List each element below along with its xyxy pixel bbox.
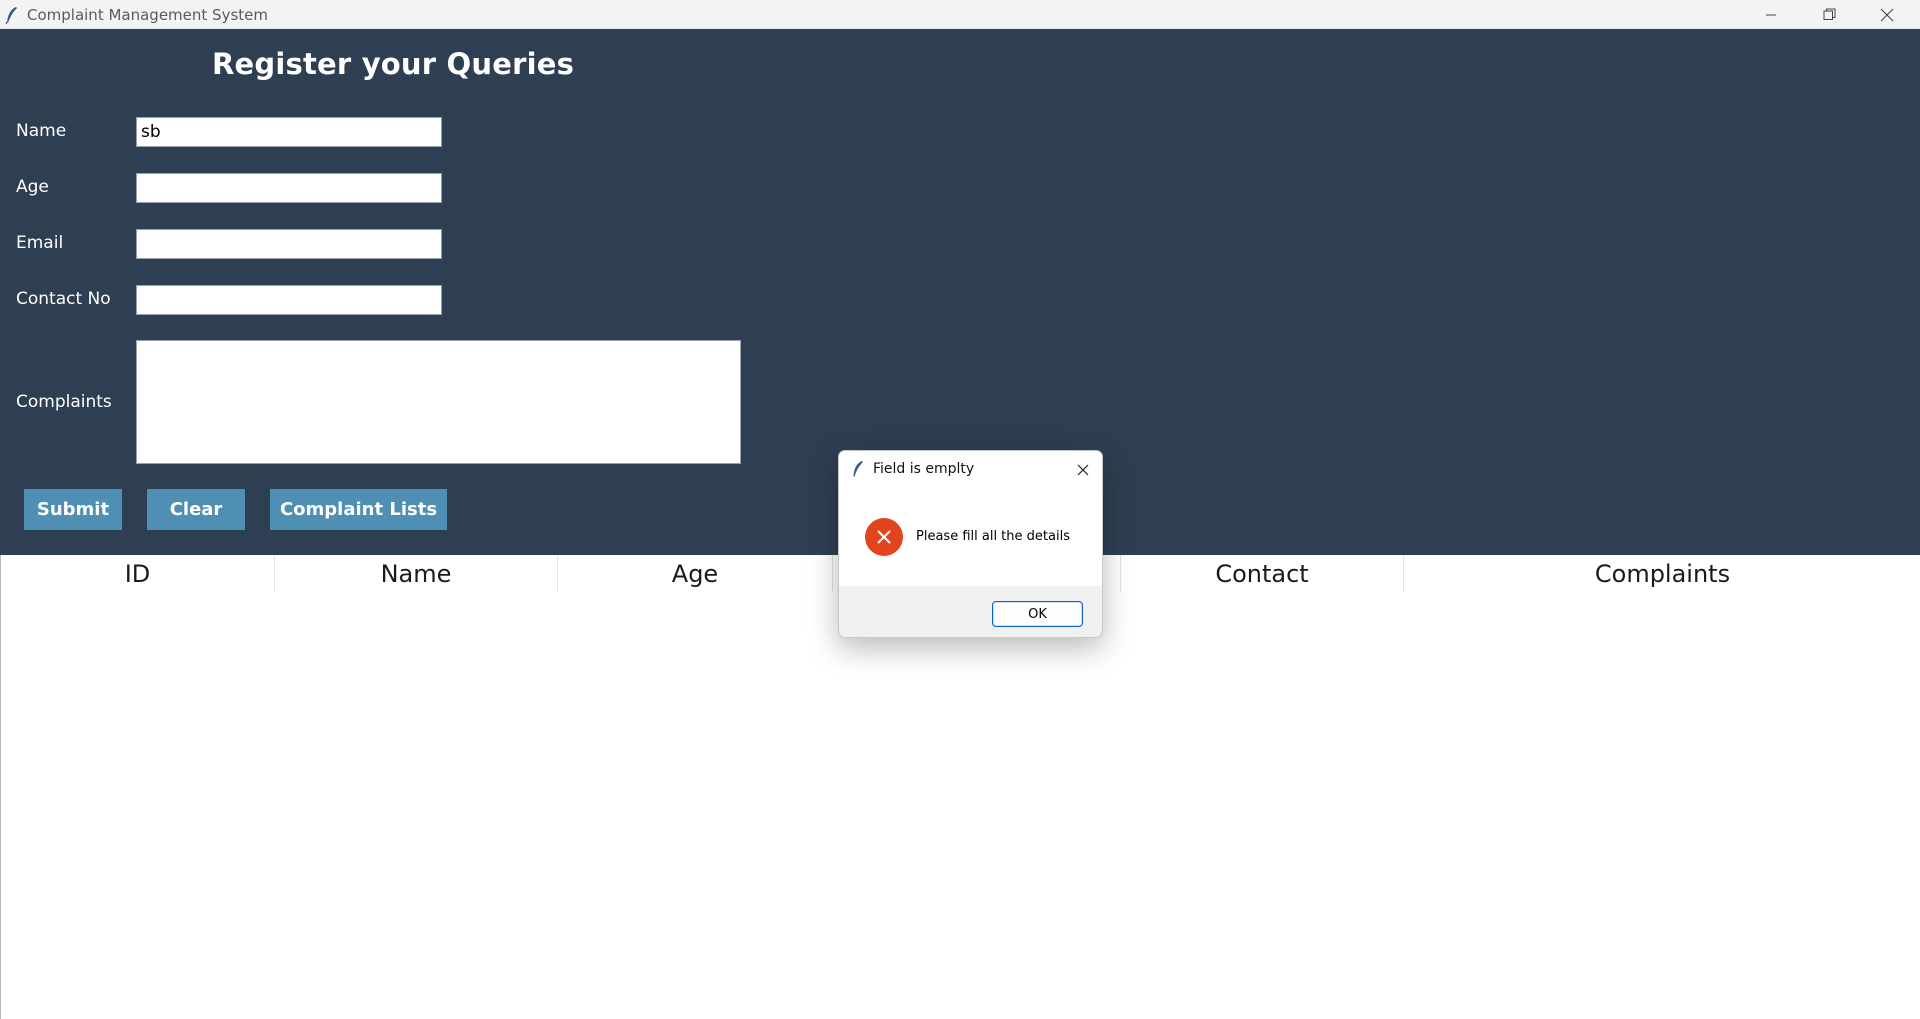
submit-button[interactable]: Submit: [24, 489, 122, 530]
contact-label: Contact No: [16, 289, 111, 309]
dialog-message: Please fill all the details: [916, 529, 1070, 544]
contact-input[interactable]: [136, 285, 442, 315]
error-icon: [864, 517, 904, 557]
close-icon: [1880, 8, 1894, 22]
feather-icon: [5, 6, 19, 25]
column-header-id[interactable]: ID: [1, 555, 275, 592]
column-header-contact[interactable]: Contact: [1121, 555, 1404, 592]
dialog-close-button[interactable]: [1072, 459, 1094, 481]
dialog-title: Field is emplty: [873, 461, 975, 477]
complaints-textarea[interactable]: [136, 340, 741, 464]
minimize-icon: [1765, 9, 1777, 21]
age-label: Age: [16, 177, 49, 197]
restore-button[interactable]: [1800, 0, 1858, 29]
email-label: Email: [16, 233, 64, 253]
complaint-lists-button[interactable]: Complaint Lists: [270, 489, 447, 530]
column-header-complaints[interactable]: Complaints: [1404, 555, 1920, 592]
age-input[interactable]: [136, 173, 442, 203]
column-header-name[interactable]: Name: [275, 555, 558, 592]
email-input[interactable]: [136, 229, 442, 259]
window-titlebar: Complaint Management System: [0, 0, 1920, 29]
ok-button[interactable]: OK: [992, 601, 1083, 627]
name-label: Name: [16, 121, 67, 141]
feather-icon: [852, 460, 864, 478]
name-input[interactable]: [136, 117, 442, 147]
restore-icon: [1823, 8, 1836, 21]
error-dialog: Field is emplty Please fill all the deta…: [838, 450, 1103, 638]
form-title: Register your Queries: [212, 47, 575, 81]
close-button[interactable]: [1858, 0, 1916, 29]
minimize-button[interactable]: [1742, 0, 1800, 29]
column-header-age[interactable]: Age: [558, 555, 833, 592]
dialog-body: Please fill all the details: [839, 489, 1102, 586]
close-icon: [1077, 461, 1089, 480]
clear-button[interactable]: Clear: [147, 489, 245, 530]
window-title: Complaint Management System: [27, 6, 268, 24]
dialog-titlebar: Field is emplty: [839, 451, 1102, 489]
complaints-label: Complaints: [16, 392, 112, 412]
